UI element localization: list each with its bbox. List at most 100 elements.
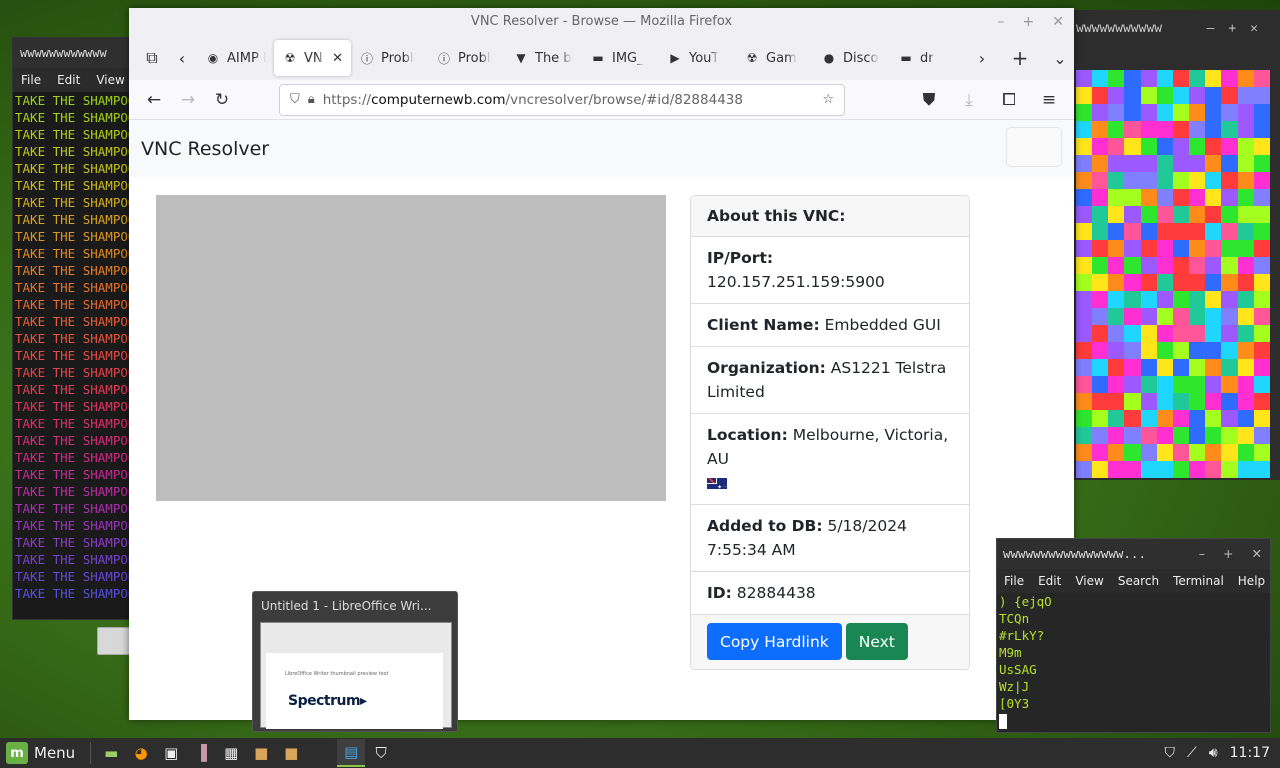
pocket-icon[interactable]: ⛊: [912, 84, 946, 116]
new-tab-icon[interactable]: +: [1005, 43, 1035, 73]
back-icon[interactable]: ←: [137, 84, 171, 116]
terminal-line: ) {ejqO: [999, 594, 1052, 609]
url-text[interactable]: https://computernewb.com/vncresolver/bro…: [323, 92, 815, 108]
right-terminal-titlebar[interactable]: wwwwwwwwwwwwwwww... – + ✕: [997, 539, 1270, 569]
pixel-window-title[interactable]: wwwwwwwwwww –+✕: [1066, 10, 1280, 48]
pixel-cell: [1172, 291, 1190, 308]
pixel-cell: [1108, 104, 1125, 121]
terminal-line: TAKE THE SHAMPOO: [15, 161, 136, 176]
start-menu-button[interactable]: m Menu: [0, 738, 85, 768]
browser-tab[interactable]: ☢ Gam: [736, 40, 813, 76]
browser-tab[interactable]: ◉ AIMP Fre: [197, 40, 274, 76]
forward-icon[interactable]: →: [171, 84, 205, 116]
network-icon[interactable]: ⟋: [1187, 745, 1197, 761]
menu-file[interactable]: File: [1004, 574, 1024, 588]
browser-tab[interactable]: ● Disco: [813, 40, 890, 76]
menu-file[interactable]: File: [21, 73, 41, 87]
menu-terminal[interactable]: Terminal: [1173, 574, 1224, 588]
right-terminal-window[interactable]: wwwwwwwwwwwwwwww... – + ✕ File Edit View…: [996, 538, 1271, 733]
clock[interactable]: 11:17: [1230, 745, 1270, 761]
libreoffice-writer-icon[interactable]: ▤: [337, 739, 366, 767]
pixel-cell: [1108, 308, 1125, 325]
terminal-line: TAKE THE SHAMPOO: [15, 93, 136, 108]
scroll-tabs-right-icon[interactable]: ›: [967, 43, 997, 73]
blank-window-icon[interactable]: [307, 739, 335, 767]
terminal-line: TCQn: [999, 611, 1030, 626]
url-bar[interactable]: ⛉ 🔒︎ https://computernewb.com/vncresolve…: [279, 83, 845, 116]
pixel-cell: [1221, 359, 1238, 376]
security-shield-icon[interactable]: ⛉: [1165, 745, 1176, 761]
reload-icon[interactable]: ↻: [205, 84, 239, 116]
archive-icon[interactable]: ■: [247, 739, 275, 767]
pixel-cell: [1237, 206, 1254, 223]
firefox-view-icon[interactable]: ⧉: [137, 43, 167, 73]
minimize-button[interactable]: –: [998, 8, 1005, 36]
browser-tab[interactable]: ▬ dr: [890, 40, 967, 76]
menu-search[interactable]: Search: [1118, 574, 1159, 588]
hamburger-menu-icon[interactable]: ≡: [1032, 84, 1066, 116]
firefox-icon[interactable]: ◕: [127, 739, 155, 767]
app-icon[interactable]: ▐: [187, 739, 215, 767]
copy-hardlink-button[interactable]: Copy Hardlink: [707, 623, 842, 660]
next-button[interactable]: Next: [845, 623, 908, 660]
taskbar-separator: [90, 742, 92, 764]
pixel-cell: [1076, 427, 1093, 444]
left-terminal-window[interactable]: wwwwwwwwwwww File Edit View TAKE THE SHA…: [12, 37, 137, 620]
menu-view[interactable]: View: [96, 73, 124, 87]
pixel-cell: [1237, 104, 1254, 121]
menu-edit[interactable]: Edit: [57, 73, 80, 87]
terminal-line: TAKE THE SHAMPOO: [15, 501, 136, 516]
pixel-cell: [1172, 172, 1190, 189]
lock-icon[interactable]: 🔒︎: [308, 92, 315, 107]
shield-icon[interactable]: ⛉: [367, 739, 395, 767]
browser-tab[interactable]: ⓘ Probl: [351, 40, 428, 76]
close-button[interactable]: ✕: [1252, 539, 1262, 569]
menu-view[interactable]: View: [1075, 574, 1103, 588]
left-terminal-title[interactable]: wwwwwwwwwwww: [13, 38, 136, 68]
minimize-button[interactable]: –: [1199, 539, 1205, 569]
pixel-cell: [1156, 291, 1173, 308]
browser-tab[interactable]: ☢ VNC ✕: [274, 40, 351, 76]
preview-thumbnail[interactable]: LibreOffice Writer thumbnail preview tex…: [260, 622, 452, 729]
pixel-window-controls[interactable]: –+✕: [1207, 10, 1272, 48]
archive-icon[interactable]: ■: [277, 739, 305, 767]
terminal-line: TAKE THE SHAMPOO: [15, 535, 136, 550]
list-tabs-icon[interactable]: ⌄: [1045, 43, 1074, 73]
pixel-cell: [1237, 342, 1254, 359]
maximize-button[interactable]: +: [1023, 8, 1035, 36]
shield-icon[interactable]: ⛉: [290, 92, 300, 107]
pixel-art-window[interactable]: wwwwwwwwwww –+✕: [1066, 10, 1280, 480]
downloads-icon[interactable]: ⤓: [952, 84, 986, 116]
menu-help[interactable]: Help: [1238, 574, 1265, 588]
pixel-cell: [1156, 427, 1173, 444]
pixel-cell: [1156, 393, 1173, 410]
browser-tab[interactable]: ▼ The b: [505, 40, 582, 76]
pixel-cell: [1221, 308, 1238, 325]
pixel-cell: [1092, 359, 1109, 376]
pixel-cell: [1205, 121, 1222, 138]
window-preview-popup[interactable]: Untitled 1 - LibreOffice Wri... LibreOff…: [252, 591, 458, 732]
maximize-button[interactable]: +: [1223, 539, 1233, 569]
pixel-cell: [1156, 240, 1173, 257]
site-brand[interactable]: VNC Resolver: [141, 138, 269, 160]
extensions-icon[interactable]: ⧠: [992, 84, 1026, 116]
app-grid-icon[interactable]: ▦: [217, 739, 245, 767]
pixel-cell: [1237, 359, 1254, 376]
browser-tab[interactable]: ▬ IMG_: [582, 40, 659, 76]
files-icon[interactable]: ▬: [97, 739, 125, 767]
menu-edit[interactable]: Edit: [1038, 574, 1061, 588]
taskbar: m Menu ▬ ◕ ▣ ▐ ▦ ■ ■ ▤ ⛉ ⛉ ⟋ 🔊︎ 11:17: [0, 738, 1280, 768]
navbar-toggler-button[interactable]: [1006, 127, 1062, 167]
close-button[interactable]: ✕: [1052, 8, 1064, 36]
bookmark-star-icon[interactable]: ☆: [822, 92, 834, 107]
pixel-cell: [1189, 444, 1206, 461]
firefox-titlebar[interactable]: VNC Resolver - Browse — Mozilla Firefox …: [129, 8, 1074, 36]
browser-tab[interactable]: ⓘ Probl: [428, 40, 505, 76]
pixel-cell: [1092, 240, 1109, 257]
scroll-tabs-left-icon[interactable]: ‹: [167, 43, 197, 73]
pixel-cell: [1205, 274, 1222, 291]
volume-icon[interactable]: 🔊︎: [1209, 745, 1218, 761]
close-tab-icon[interactable]: ✕: [332, 51, 343, 66]
terminal-icon[interactable]: ▣: [157, 739, 185, 767]
browser-tab[interactable]: ▶ YouT: [659, 40, 736, 76]
